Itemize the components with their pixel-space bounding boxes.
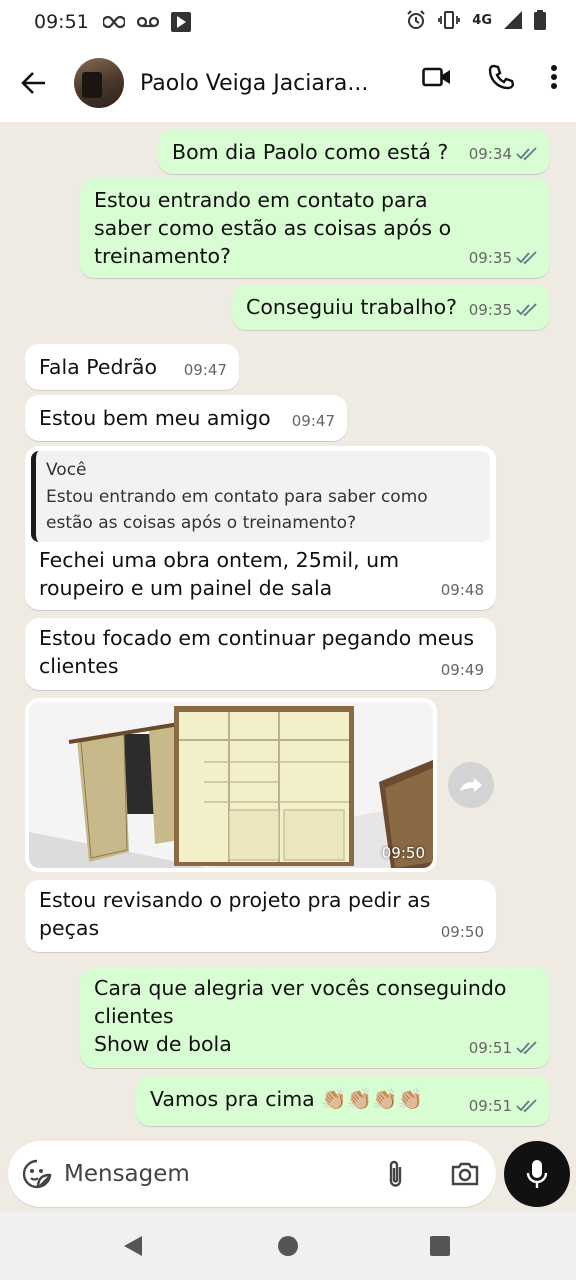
forward-button[interactable] [448, 762, 494, 808]
message-time: 09:35 [468, 249, 512, 267]
microphone-icon [526, 1160, 548, 1188]
message-incoming-reply[interactable]: Você Estou entrando em contato para sabe… [25, 446, 496, 610]
message-text: Fala Pedrão [39, 355, 158, 379]
message-time: 09:51 [468, 1039, 512, 1057]
quoted-message[interactable]: Você Estou entrando em contato para sabe… [31, 451, 490, 542]
voice-message-button[interactable] [504, 1141, 570, 1207]
message-time: 09:34 [468, 145, 512, 163]
message-incoming[interactable]: Estou bem meu amigo 09:47 [25, 395, 347, 441]
message-input[interactable]: Mensagem [64, 1161, 190, 1187]
message-outgoing[interactable]: Vamos pra cima 👏🏼👏🏼👏🏼👏🏼 09:51 [136, 1076, 550, 1126]
message-text: Estou entrando em contato para saber com… [94, 188, 452, 268]
more-options-icon[interactable] [550, 65, 558, 89]
message-incoming[interactable]: Fala Pedrão 09:47 [25, 344, 239, 390]
message-outgoing[interactable]: Conseguiu trabalho? 09:35 [232, 285, 550, 330]
signal-icon [504, 11, 522, 29]
infinity-icon [102, 15, 125, 29]
message-outgoing[interactable]: Cara que alegria ver vocês conseguindo c… [80, 968, 550, 1068]
message-time: 09:35 [468, 301, 512, 319]
message-time: 09:47 [291, 412, 335, 430]
message-outgoing[interactable]: Bom dia Paolo como está ? 09:34 [158, 130, 550, 174]
back-button[interactable] [14, 63, 54, 103]
message-time: 09:50 [440, 923, 484, 941]
phone-call-icon[interactable] [488, 64, 514, 90]
message-time: 09:47 [183, 361, 227, 379]
message-text: Cara que alegria ver vocês conseguindo c… [94, 976, 507, 1056]
attach-icon[interactable] [386, 1159, 406, 1189]
voicemail-icon [136, 16, 159, 28]
message-time: 09:51 [468, 1097, 512, 1115]
message-text: Fechei uma obra ontem, 25mil, um roupeir… [39, 548, 400, 600]
camera-icon[interactable] [450, 1161, 480, 1187]
chat-area[interactable]: Bom dia Paolo como está ? 09:34 Estou en… [0, 122, 576, 1140]
nav-recents-icon[interactable] [429, 1235, 451, 1257]
system-navigation-bar [0, 1212, 576, 1280]
message-text: Estou focado em continuar pegando meus c… [39, 626, 475, 678]
message-text: Bom dia Paolo como está ? [172, 140, 449, 164]
sticker-icon[interactable] [22, 1159, 52, 1189]
message-incoming[interactable]: Estou revisando o projeto pra pedir as p… [25, 880, 496, 952]
video-call-icon[interactable] [422, 66, 452, 88]
network-type: 4G [472, 12, 492, 28]
double-check-icon [516, 1099, 537, 1113]
message-time: 09:48 [440, 581, 484, 599]
alarm-icon [407, 10, 425, 29]
message-text: Estou bem meu amigo [39, 406, 271, 430]
status-bar: 09:51 4G [0, 0, 576, 44]
double-check-icon [516, 1041, 537, 1055]
message-text: Estou revisando o projeto pra pedir as p… [39, 888, 431, 940]
nav-back-icon[interactable] [122, 1234, 144, 1258]
message-text: Conseguiu trabalho? [246, 295, 458, 319]
chat-header: Paolo Veiga Jaciara... [0, 44, 576, 122]
quoted-author: Você [46, 460, 87, 480]
arrow-left-icon [21, 72, 45, 94]
status-time: 09:51 [34, 11, 89, 33]
vibrate-icon [438, 11, 461, 29]
double-check-icon [516, 303, 537, 317]
message-image[interactable]: 09:50 [25, 698, 437, 872]
forward-icon [460, 778, 482, 792]
nav-home-icon[interactable] [277, 1235, 299, 1257]
double-check-icon [516, 251, 537, 265]
message-outgoing[interactable]: Estou entrando em contato para saber com… [80, 178, 550, 278]
message-text: Vamos pra cima 👏🏼👏🏼👏🏼👏🏼 [150, 1087, 424, 1111]
quoted-text: Estou entrando em contato para saber com… [46, 487, 428, 533]
battery-icon [534, 10, 546, 30]
message-incoming[interactable]: Estou focado em continuar pegando meus c… [25, 618, 496, 690]
wardrobe-illustration [29, 702, 433, 868]
play-store-icon [170, 12, 191, 32]
message-time: 09:49 [440, 661, 484, 679]
wardrobe-render-image[interactable]: 09:50 [29, 702, 433, 868]
message-composer[interactable]: Mensagem [8, 1141, 496, 1207]
image-time: 09:50 [381, 844, 425, 862]
contact-name[interactable]: Paolo Veiga Jaciara... [140, 71, 380, 96]
double-check-icon [516, 147, 537, 161]
contact-avatar[interactable] [74, 58, 124, 108]
